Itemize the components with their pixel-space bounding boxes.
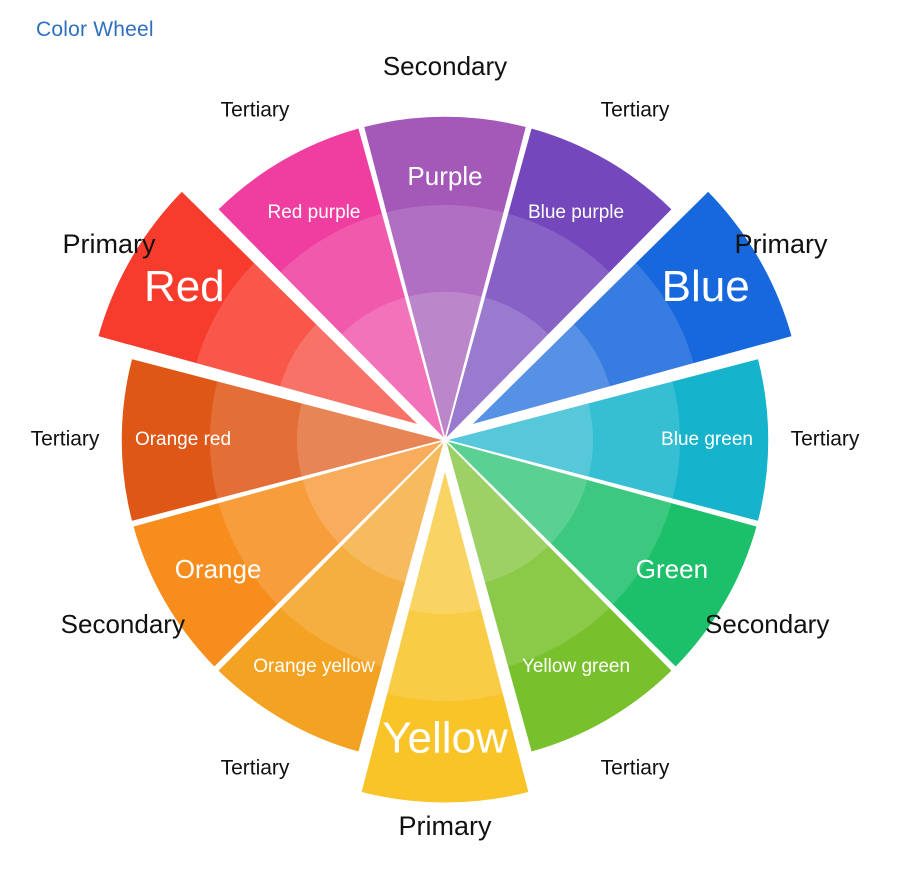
category-label-yellow: Primary: [399, 811, 492, 841]
category-label-blue-green: Tertiary: [791, 428, 860, 451]
segment-label: Orange: [175, 554, 262, 584]
segment-label: Orange yellow: [253, 656, 375, 677]
category-label-purple: Secondary: [383, 51, 507, 81]
segment-label: Yellow: [382, 714, 508, 763]
category-label-blue-purple: Tertiary: [601, 98, 670, 121]
segment-label: Yellow green: [522, 656, 630, 677]
category-label-orange-yellow: Tertiary: [221, 757, 290, 780]
segment-label: Purple: [407, 161, 482, 191]
segment-label: Blue purple: [528, 202, 624, 223]
segment-label: Blue: [662, 262, 750, 311]
category-label-orange: Secondary: [61, 609, 185, 639]
category-label-orange-red: Tertiary: [31, 428, 100, 451]
segment-label: Red: [144, 262, 225, 311]
color-wheel: Purple Blue purple Blue green Green Yellow g…: [31, 51, 860, 841]
segment-label: Red purple: [268, 202, 361, 223]
category-label-yellow-green: Tertiary: [601, 757, 670, 780]
segment-label: Orange red: [135, 429, 231, 450]
category-label-red-purple: Tertiary: [221, 98, 290, 121]
segment-label: Blue green: [661, 429, 753, 450]
segment-label: Green: [636, 554, 708, 584]
category-label-blue: Primary: [735, 229, 828, 259]
category-label-green: Secondary: [705, 609, 829, 639]
category-label-red: Primary: [63, 229, 156, 259]
